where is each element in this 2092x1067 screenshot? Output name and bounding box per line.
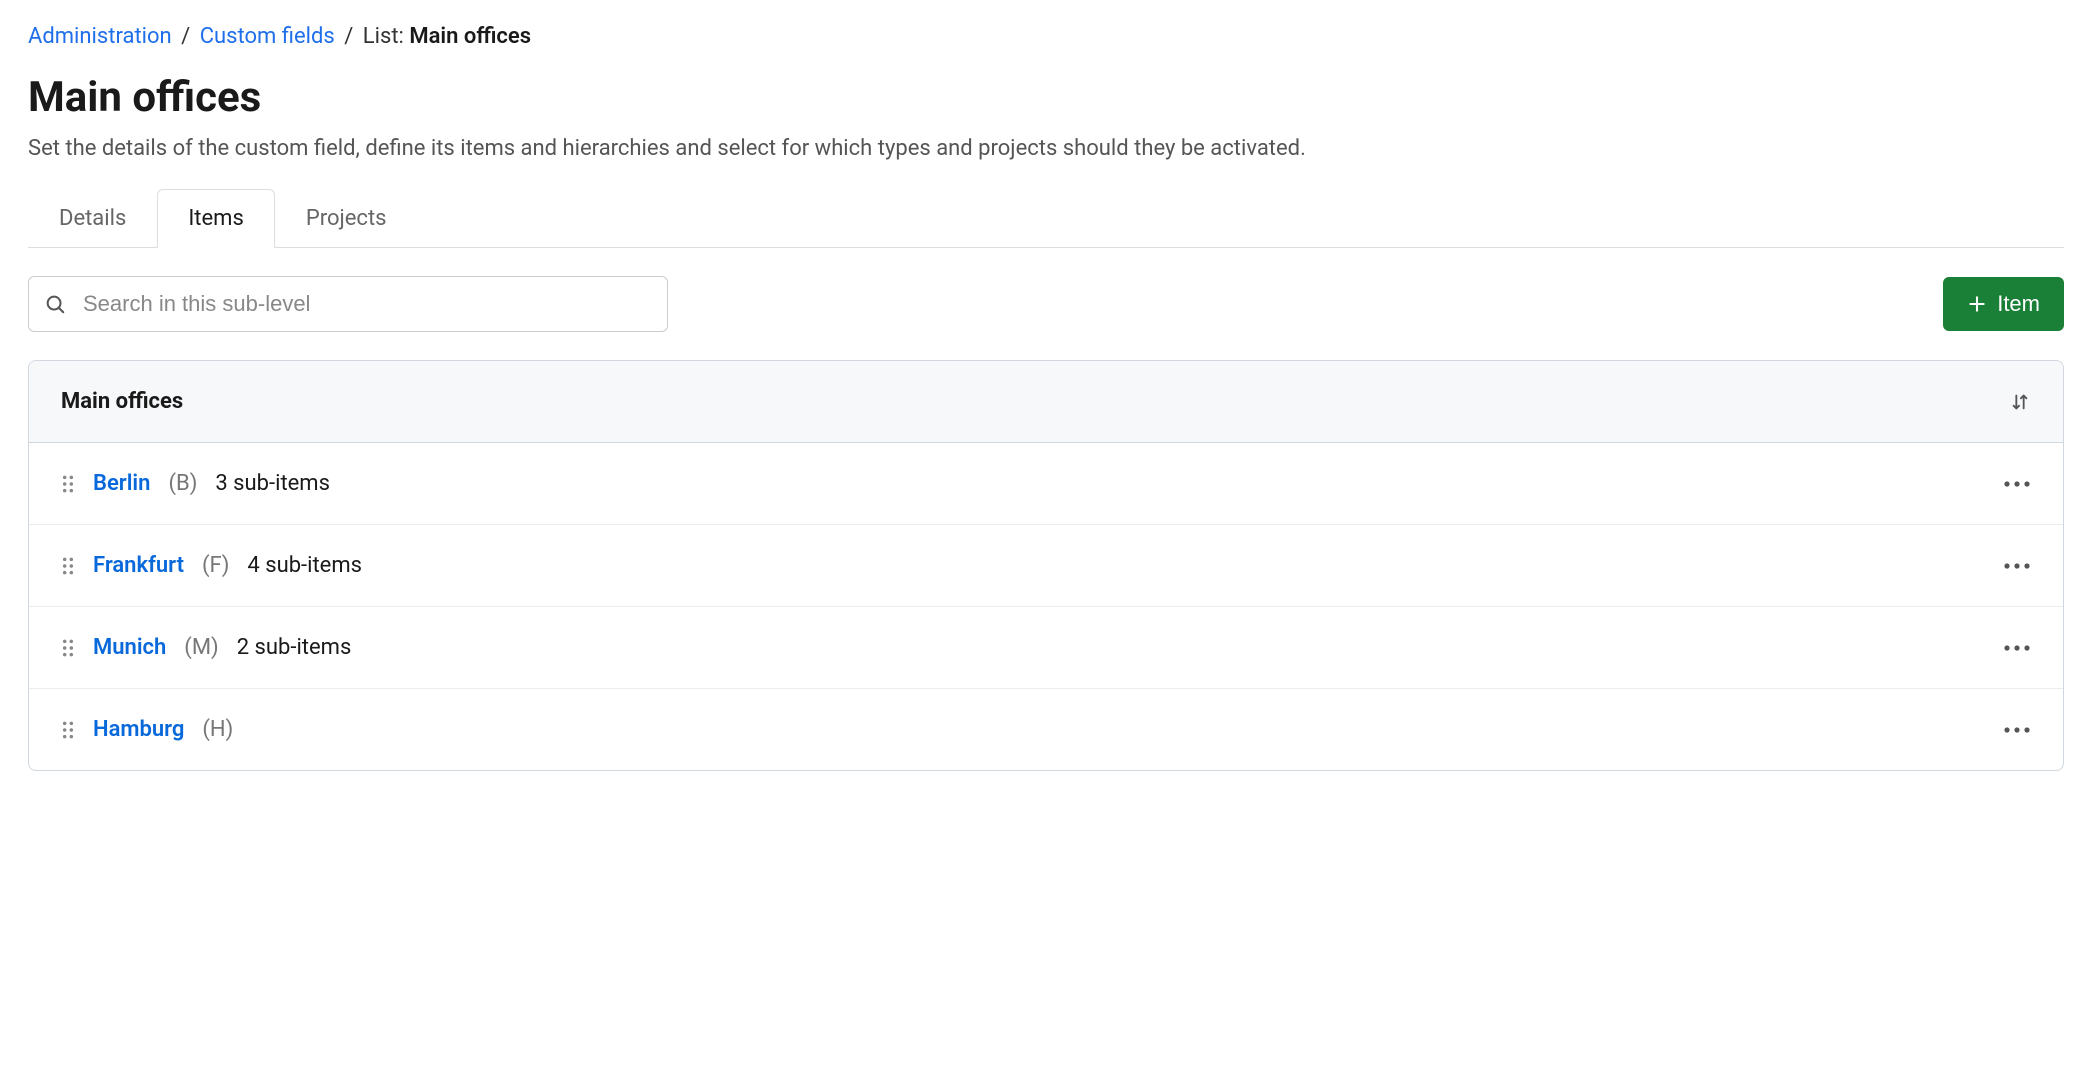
list-item: Berlin (B) 3 sub-items xyxy=(29,443,2063,524)
drag-handle-icon[interactable] xyxy=(61,719,75,741)
drag-handle-icon[interactable] xyxy=(61,555,75,577)
item-name-link[interactable]: Berlin xyxy=(93,471,150,496)
item-code: (M) xyxy=(184,635,218,660)
list-item: Hamburg (H) xyxy=(29,688,2063,770)
list-item-left: Hamburg (H) xyxy=(61,717,233,742)
item-code: (F) xyxy=(202,553,229,578)
breadcrumb: Administration / Custom fields / List: M… xyxy=(28,24,2064,49)
search-icon xyxy=(44,293,66,315)
item-sub-count: 3 sub-items xyxy=(215,471,330,496)
tabs: Details Items Projects xyxy=(28,189,2064,248)
item-sub-count: 2 sub-items xyxy=(237,635,352,660)
row-menu-icon[interactable] xyxy=(2003,726,2031,734)
list-item-left: Frankfurt (F) 4 sub-items xyxy=(61,553,362,578)
tab-details[interactable]: Details xyxy=(28,189,157,248)
row-menu-icon[interactable] xyxy=(2003,562,2031,570)
plus-icon xyxy=(1967,294,1987,314)
tab-projects[interactable]: Projects xyxy=(275,189,418,248)
list-item-left: Munich (M) 2 sub-items xyxy=(61,635,351,660)
item-name-link[interactable]: Frankfurt xyxy=(93,553,184,578)
panel-title: Main offices xyxy=(61,389,183,414)
sort-icon[interactable] xyxy=(2009,391,2031,413)
page-description: Set the details of the custom field, def… xyxy=(28,136,2064,161)
item-code: (H) xyxy=(202,717,233,742)
item-code: (B) xyxy=(168,471,197,496)
toolbar: Item xyxy=(28,276,2064,332)
add-item-button[interactable]: Item xyxy=(1943,277,2064,331)
drag-handle-icon[interactable] xyxy=(61,473,75,495)
breadcrumb-administration[interactable]: Administration xyxy=(28,24,172,49)
breadcrumb-separator: / xyxy=(181,24,190,49)
item-sub-count: 4 sub-items xyxy=(247,553,362,578)
page-title: Main offices xyxy=(28,73,2064,122)
list-item: Frankfurt (F) 4 sub-items xyxy=(29,524,2063,606)
search-input[interactable] xyxy=(28,276,668,332)
item-name-link[interactable]: Hamburg xyxy=(93,717,184,742)
row-menu-icon[interactable] xyxy=(2003,480,2031,488)
add-item-label: Item xyxy=(1997,291,2040,317)
search-container xyxy=(28,276,668,332)
row-menu-icon[interactable] xyxy=(2003,644,2031,652)
list-item: Munich (M) 2 sub-items xyxy=(29,606,2063,688)
items-panel: Main offices Berlin (B) 3 sub-items Frankf… xyxy=(28,360,2064,771)
list-item-left: Berlin (B) 3 sub-items xyxy=(61,471,330,496)
panel-header: Main offices xyxy=(29,361,2063,443)
tab-items[interactable]: Items xyxy=(157,189,275,248)
breadcrumb-custom-fields[interactable]: Custom fields xyxy=(200,24,335,49)
item-name-link[interactable]: Munich xyxy=(93,635,166,660)
drag-handle-icon[interactable] xyxy=(61,637,75,659)
breadcrumb-separator: / xyxy=(344,24,353,49)
breadcrumb-list-prefix: List: xyxy=(363,24,404,49)
breadcrumb-list-name: Main offices xyxy=(409,24,531,49)
